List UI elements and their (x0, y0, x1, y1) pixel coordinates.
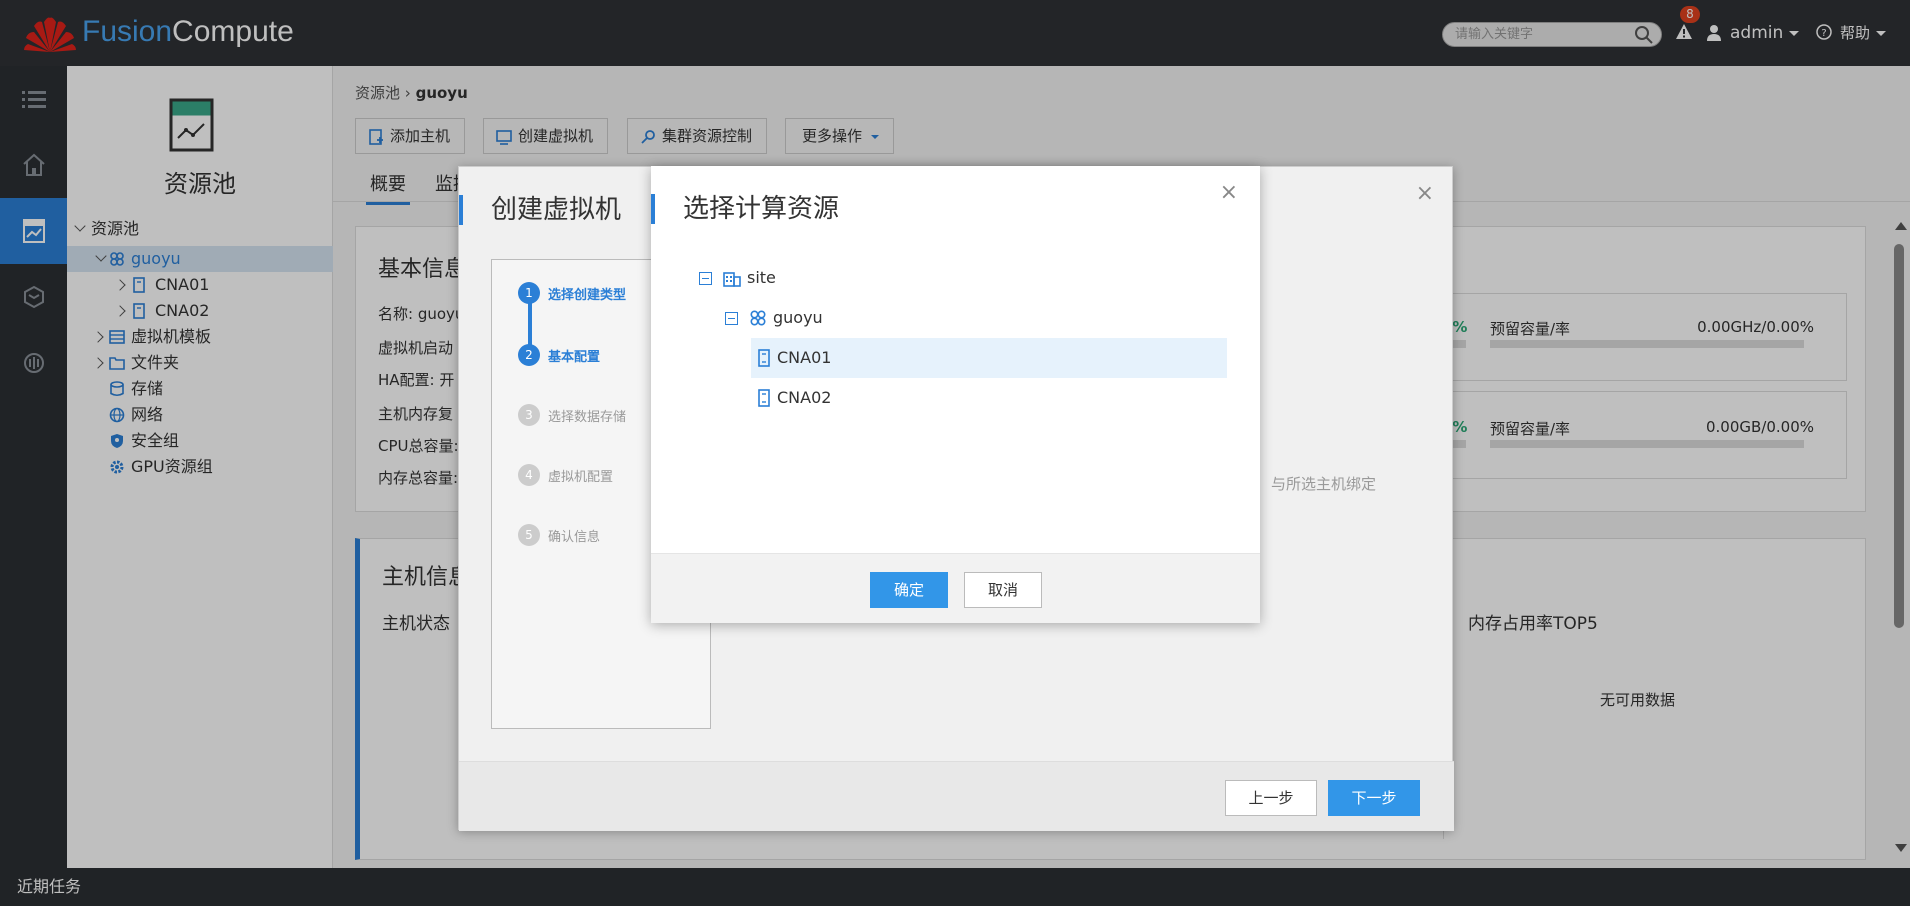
next-step-button[interactable]: 下一步 (1328, 780, 1420, 816)
close-icon[interactable]: × (1220, 180, 1238, 205)
tree-node-site[interactable]: site (699, 258, 1219, 298)
tree-node-label: CNA02 (777, 388, 832, 407)
datacenter-icon (723, 272, 741, 287)
dialog-title: 选择计算资源 (651, 194, 839, 224)
step-number: 1 (518, 282, 540, 304)
step-number: 2 (518, 344, 540, 366)
select-compute-resource-dialog: 选择计算资源 × site guoyu CNA01 CNA02 确定 取消 (651, 166, 1260, 623)
step-number: 4 (518, 464, 540, 486)
step-label: 选择数据存储 (548, 410, 627, 425)
collapse-icon[interactable] (725, 312, 738, 325)
step-label: 选择创建类型 (548, 288, 627, 303)
step-label: 虚拟机配置 (548, 470, 614, 485)
collapse-icon[interactable] (699, 272, 712, 285)
dialog-footer: 确定 取消 (651, 553, 1260, 623)
tree-node-label: site (747, 268, 776, 287)
tree-node-label: CNA01 (777, 348, 832, 367)
tree-node-cna01[interactable]: CNA01 (751, 338, 1227, 378)
wizard-footer: 上一步 下一步 (459, 761, 1454, 831)
step-label: 基本配置 (548, 350, 601, 365)
wizard-title: 创建虚拟机 (459, 195, 621, 225)
step-number: 5 (518, 524, 540, 546)
tree-node-label: guoyu (773, 308, 823, 327)
step-label: 确认信息 (548, 530, 601, 545)
tree-node-cna02[interactable]: CNA02 (751, 378, 1227, 418)
step-number: 3 (518, 404, 540, 426)
bind-host-hint: 与所选主机绑定 (1271, 475, 1377, 493)
host-icon (758, 389, 770, 407)
prev-step-button[interactable]: 上一步 (1225, 780, 1317, 816)
host-icon (758, 349, 770, 367)
tree-node-guoyu[interactable]: guoyu (725, 298, 1219, 338)
cluster-icon (750, 310, 766, 326)
confirm-button[interactable]: 确定 (870, 572, 948, 608)
cancel-button[interactable]: 取消 (964, 572, 1042, 608)
wizard-close-icon[interactable]: × (1416, 181, 1434, 206)
